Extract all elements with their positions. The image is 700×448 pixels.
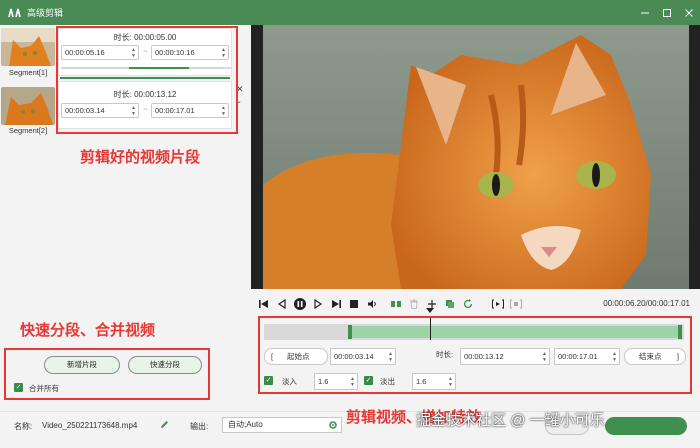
segment-2-label: Segment[2] <box>8 126 48 135</box>
segments-highlight <box>56 26 238 134</box>
title-bar: 高级剪辑 <box>0 0 700 25</box>
next-frame-icon[interactable] <box>312 298 324 310</box>
split-icon[interactable] <box>390 298 402 310</box>
reset-icon[interactable] <box>462 298 474 310</box>
maximize-icon <box>663 8 671 17</box>
segment-1-thumbnail[interactable] <box>1 28 55 66</box>
ok-button[interactable] <box>605 417 687 435</box>
output-label: 输出: <box>190 422 209 431</box>
split-merge-annotation: 快速分段、合并视频 <box>20 322 156 339</box>
pause-icon[interactable] <box>294 298 306 310</box>
mark-out-icon[interactable] <box>510 298 522 310</box>
prev-frame-icon[interactable] <box>276 298 288 310</box>
skip-to-end-icon[interactable] <box>330 298 342 310</box>
watermark: 掘金技术社区 @ 一罐小可乐 <box>416 412 605 429</box>
minimize-icon <box>641 12 649 13</box>
minimize-button[interactable] <box>634 0 656 25</box>
app-logo-icon <box>7 6 21 20</box>
stop-icon[interactable] <box>348 298 360 310</box>
output-path-field[interactable]: 自动;Auto <box>222 417 342 433</box>
settings-gear-icon[interactable] <box>328 420 338 435</box>
preview-frame <box>251 25 700 289</box>
skip-to-start-icon[interactable] <box>258 298 270 310</box>
edit-name-icon[interactable] <box>160 420 169 431</box>
output-filename: Video_250221173648.mp4 <box>42 421 138 430</box>
close-button[interactable] <box>678 0 700 25</box>
video-preview[interactable] <box>251 25 700 289</box>
close-icon <box>685 8 693 17</box>
segments-annotation: 剪辑好的视频片段 <box>80 149 201 166</box>
time-readout: 00:00:06.20/00:00:17.01 <box>603 299 690 308</box>
mark-in-icon[interactable] <box>492 298 504 310</box>
playback-controls <box>258 297 528 311</box>
effects-highlight <box>258 316 692 394</box>
split-merge-highlight <box>4 348 210 400</box>
segment-1-label: Segment[1] <box>8 68 48 77</box>
segment-2-thumbnail[interactable] <box>1 87 55 125</box>
delete-icon[interactable] <box>408 298 420 310</box>
window-title: 高级剪辑 <box>27 8 64 18</box>
maximize-button[interactable] <box>656 0 678 25</box>
name-label: 名称: <box>14 422 33 431</box>
copy-icon[interactable] <box>444 298 456 310</box>
volume-icon[interactable] <box>366 298 378 310</box>
